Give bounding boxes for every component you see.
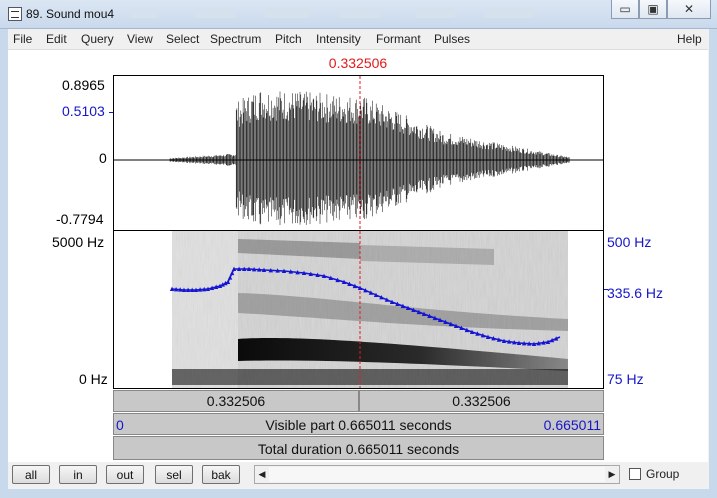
group-checkbox[interactable] xyxy=(629,468,641,480)
menu-help[interactable]: Help xyxy=(677,32,702,46)
menu-select[interactable]: Select xyxy=(166,32,199,46)
window-frame-left xyxy=(0,28,8,498)
menu-bar: File Edit Query View Select Spectrum Pit… xyxy=(8,29,708,50)
spectrogram-bottom-freq-label: 0 Hz xyxy=(79,371,108,387)
menu-query[interactable]: Query xyxy=(81,32,114,46)
spectrogram-onset xyxy=(172,231,238,388)
time-segment-right[interactable]: 0.332506 xyxy=(359,390,604,412)
voicing-bar xyxy=(172,369,568,385)
waveform-signal xyxy=(169,91,570,226)
zoom-all-button[interactable]: all xyxy=(12,465,50,484)
menu-spectrum[interactable]: Spectrum xyxy=(210,32,261,46)
background-taskbar-blur xyxy=(340,8,380,18)
menu-view[interactable]: View xyxy=(127,32,153,46)
menu-edit[interactable]: Edit xyxy=(46,32,67,46)
title-bar[interactable]: 89. Sound mou4 ▭ ▣ ✕ xyxy=(0,0,717,29)
visible-part-bar[interactable]: 0 Visible part 0.665011 seconds 0.665011 xyxy=(113,413,604,435)
visible-end-label: 0.665011 xyxy=(543,417,601,433)
waveform-cursor-value-label: 0.5103 xyxy=(62,103,105,119)
window-frame-right xyxy=(709,28,717,498)
total-duration-bar[interactable]: Total duration 0.665011 seconds xyxy=(113,436,604,460)
menu-file[interactable]: File xyxy=(13,32,32,46)
zoom-out-button[interactable]: out xyxy=(106,465,144,484)
menu-pitch[interactable]: Pitch xyxy=(275,32,302,46)
background-taskbar-blur xyxy=(415,8,455,18)
zoom-selection-button[interactable]: sel xyxy=(155,465,193,484)
background-taskbar-blur xyxy=(485,8,533,18)
app-icon xyxy=(8,7,22,21)
window-title: 89. Sound mou4 xyxy=(26,7,115,21)
pitch-top-label: 500 Hz xyxy=(607,234,652,250)
scroll-left-arrow-icon[interactable]: ◀ xyxy=(255,466,269,483)
spectrogram-plot xyxy=(169,231,568,388)
pitch-bottom-label: 75 Hz xyxy=(607,371,644,387)
visible-part-label: Visible part 0.665011 seconds xyxy=(265,417,452,433)
window-frame-bottom xyxy=(0,489,717,498)
zoom-back-button[interactable]: bak xyxy=(202,465,240,484)
maximize-button[interactable]: ▣ xyxy=(639,0,667,19)
menu-intensity[interactable]: Intensity xyxy=(316,32,361,46)
pitch-cursor-label: 335.6 Hz xyxy=(607,285,664,301)
minimize-button[interactable]: ▭ xyxy=(611,0,639,19)
pitch-cursor-tick xyxy=(604,289,608,290)
waveform-plot xyxy=(114,76,603,230)
group-label: Group xyxy=(646,467,680,481)
waveform-min-label: -0.7794 xyxy=(56,211,104,227)
menu-pulses[interactable]: Pulses xyxy=(434,32,470,46)
spectrogram-top-freq-label: 5000 Hz xyxy=(52,234,105,250)
zoom-in-button[interactable]: in xyxy=(59,465,97,484)
waveform-zero-label: 0 xyxy=(99,150,107,166)
waveform-max-label: 0.8965 xyxy=(62,77,105,93)
horizontal-scrollbar[interactable]: ◀ ▶ xyxy=(254,465,620,484)
cursor-time-label: 0.332506 xyxy=(328,55,388,71)
waveform-panel[interactable] xyxy=(113,75,604,231)
time-segment-left[interactable]: 0.332506 xyxy=(113,390,359,412)
background-taskbar-blur xyxy=(195,8,235,18)
menu-formant[interactable]: Formant xyxy=(376,32,421,46)
scroll-right-arrow-icon[interactable]: ▶ xyxy=(605,466,619,483)
close-button[interactable]: ✕ xyxy=(667,0,711,19)
scroll-thumb[interactable] xyxy=(269,467,605,482)
background-taskbar-blur xyxy=(130,8,158,18)
background-taskbar-blur xyxy=(265,8,309,18)
spectrogram-panel[interactable] xyxy=(113,231,604,389)
